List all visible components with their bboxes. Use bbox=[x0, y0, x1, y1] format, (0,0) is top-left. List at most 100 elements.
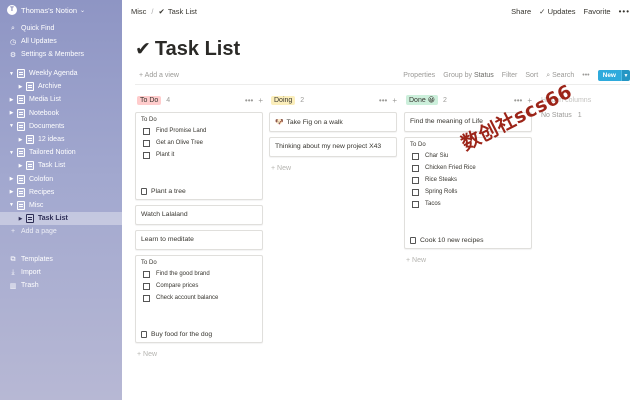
column-count: 2 bbox=[300, 96, 305, 104]
caret-right-icon[interactable]: ▶ bbox=[8, 97, 15, 103]
new-button[interactable]: New ▼ bbox=[597, 70, 630, 81]
page-icon bbox=[26, 82, 34, 92]
add-page-button[interactable]: + Add a page bbox=[0, 225, 122, 238]
caret-down-icon[interactable]: ▼ bbox=[8, 150, 15, 156]
filter-button[interactable]: Filter bbox=[502, 72, 518, 79]
sidebar-item-label: Weekly Agenda bbox=[29, 70, 78, 78]
sidebar-item-label: Import bbox=[21, 269, 41, 276]
sidebar-item-label: Task List bbox=[38, 215, 68, 223]
sidebar-trash[interactable]: ▥ Trash bbox=[0, 279, 122, 292]
sidebar-quick-find[interactable]: ⌕ Quick Find bbox=[0, 22, 122, 35]
checklist-item: Compare prices bbox=[141, 280, 257, 292]
sidebar-item-label: All Updates bbox=[21, 38, 57, 45]
sidebar-import[interactable]: ⤓ Import bbox=[0, 266, 122, 279]
board-card[interactable]: To Do Find the good brand Compare prices Ch… bbox=[135, 255, 263, 343]
view-more-button[interactable]: ••• bbox=[582, 72, 589, 79]
add-view-button[interactable]: + Add a view bbox=[139, 72, 179, 79]
sidebar-settings[interactable]: ⚙ Settings & Members bbox=[0, 48, 122, 61]
caret-right-icon[interactable]: ▶ bbox=[8, 176, 15, 182]
checkbox[interactable] bbox=[143, 151, 150, 159]
status-badge[interactable]: To Do bbox=[137, 95, 162, 105]
page-icon bbox=[17, 69, 25, 79]
card-preview-heading: To Do bbox=[141, 117, 157, 123]
sidebar-item-page[interactable]: ▶ Colofon bbox=[0, 173, 122, 186]
caret-down-icon[interactable]: ▼ bbox=[8, 71, 15, 77]
checkbox[interactable] bbox=[412, 152, 419, 160]
checkbox[interactable] bbox=[143, 139, 150, 147]
breadcrumb-parent[interactable]: Misc bbox=[131, 7, 146, 16]
sidebar-item-page[interactable]: ▼ Weekly Agenda bbox=[0, 67, 122, 80]
gear-icon: ⚙ bbox=[9, 51, 17, 59]
checkbox[interactable] bbox=[412, 188, 419, 196]
add-card-button[interactable]: + New bbox=[406, 257, 426, 264]
card-title-text: Learn to meditate bbox=[141, 236, 194, 243]
status-label: Doing bbox=[274, 96, 293, 104]
board-card[interactable]: 🐶 Take Fig on a walk bbox=[269, 112, 397, 132]
checkbox[interactable] bbox=[143, 294, 150, 302]
document-icon bbox=[141, 331, 147, 338]
add-card-button[interactable]: + New bbox=[271, 165, 291, 172]
checklist-item: Plant it bbox=[141, 149, 257, 161]
sort-button[interactable]: Sort bbox=[525, 72, 538, 79]
checkbox[interactable] bbox=[143, 127, 150, 135]
column-add-button[interactable]: + bbox=[392, 96, 397, 105]
checkbox[interactable] bbox=[412, 164, 419, 172]
column-more-button[interactable]: ••• bbox=[245, 96, 253, 105]
board-card[interactable]: Thinking about my new project X43 bbox=[269, 137, 397, 157]
sidebar-item-page[interactable]: ▼ Tailored Notion bbox=[0, 146, 122, 159]
card-title: Thinking about my new project X43 bbox=[275, 143, 391, 150]
sidebar-item-page[interactable]: ▶ Recipes bbox=[0, 186, 122, 199]
board-card[interactable]: To Do Find Promise Land Get an Olive Tree P… bbox=[135, 112, 263, 200]
board-card[interactable]: Watch Lalaland bbox=[135, 205, 263, 225]
caret-right-icon[interactable]: ▶ bbox=[17, 163, 24, 169]
more-options-button[interactable]: ••• bbox=[619, 7, 630, 16]
group-by-button[interactable]: Group by Status bbox=[443, 72, 494, 79]
status-label: To Do bbox=[140, 96, 159, 104]
column-header: To Do 4 ••• + bbox=[135, 94, 263, 106]
workspace-switcher[interactable]: T Thomas's Notion ⌄ bbox=[0, 0, 122, 20]
chevron-down-icon[interactable]: ▼ bbox=[621, 70, 630, 81]
check-icon: ✓ bbox=[539, 6, 546, 16]
add-card-button[interactable]: + New bbox=[137, 351, 157, 358]
sidebar-item-label: Documents bbox=[29, 122, 65, 130]
share-button[interactable]: Share bbox=[511, 7, 531, 16]
checkbox[interactable] bbox=[412, 200, 419, 208]
sidebar-item-page[interactable]: ▶ Task List bbox=[0, 212, 122, 226]
sidebar-item-page[interactable]: ▼ Misc bbox=[0, 199, 122, 212]
card-title: Plant a tree bbox=[141, 188, 257, 195]
caret-right-icon[interactable]: ▶ bbox=[8, 189, 15, 195]
sidebar-item-page[interactable]: ▶ Media List bbox=[0, 93, 122, 106]
caret-right-icon[interactable]: ▶ bbox=[17, 216, 24, 222]
board-card[interactable]: Learn to meditate bbox=[135, 230, 263, 250]
sidebar-item-page[interactable]: ▶ 12 ideas bbox=[0, 133, 122, 146]
favorite-button[interactable]: Favorite bbox=[584, 7, 611, 16]
caret-right-icon[interactable]: ▶ bbox=[17, 84, 24, 90]
sidebar-item-label: Tailored Notion bbox=[29, 149, 76, 157]
sidebar-item-page[interactable]: ▼ Documents bbox=[0, 120, 122, 133]
caret-down-icon[interactable]: ▼ bbox=[8, 202, 15, 208]
checkbox[interactable] bbox=[143, 270, 150, 278]
status-badge[interactable]: Doing bbox=[271, 95, 296, 105]
page-title[interactable]: Task List bbox=[155, 38, 240, 61]
checkbox[interactable] bbox=[143, 282, 150, 290]
sidebar-templates[interactable]: ⧉ Templates bbox=[0, 253, 122, 266]
sidebar-all-updates[interactable]: ◷ All Updates bbox=[0, 35, 122, 48]
checklist-item: Check account balance bbox=[141, 292, 257, 304]
updates-button[interactable]: ✓ Updates bbox=[539, 7, 575, 16]
caret-down-icon[interactable]: ▼ bbox=[8, 123, 15, 129]
checkbox[interactable] bbox=[412, 176, 419, 184]
checklist-item: Spring Rolls bbox=[410, 186, 526, 198]
column-add-button[interactable]: + bbox=[258, 96, 263, 105]
hidden-column-no-status[interactable]: No Status 1 bbox=[541, 112, 631, 119]
column-more-button[interactable]: ••• bbox=[379, 96, 387, 105]
sidebar-item-page[interactable]: ▶ Archive bbox=[0, 80, 122, 93]
search-icon: ⌕ bbox=[11, 24, 15, 32]
checklist-item: Chicken Fried Rice bbox=[410, 162, 526, 174]
breadcrumb-current[interactable]: Task List bbox=[168, 7, 197, 16]
sidebar-item-page[interactable]: ▶ Notebook bbox=[0, 107, 122, 120]
status-badge[interactable]: Done 😀 bbox=[406, 95, 439, 105]
properties-button[interactable]: Properties bbox=[403, 72, 435, 79]
caret-right-icon[interactable]: ▶ bbox=[17, 137, 24, 143]
sidebar-item-page[interactable]: ▶ Task List bbox=[0, 159, 122, 172]
caret-right-icon[interactable]: ▶ bbox=[8, 110, 15, 116]
